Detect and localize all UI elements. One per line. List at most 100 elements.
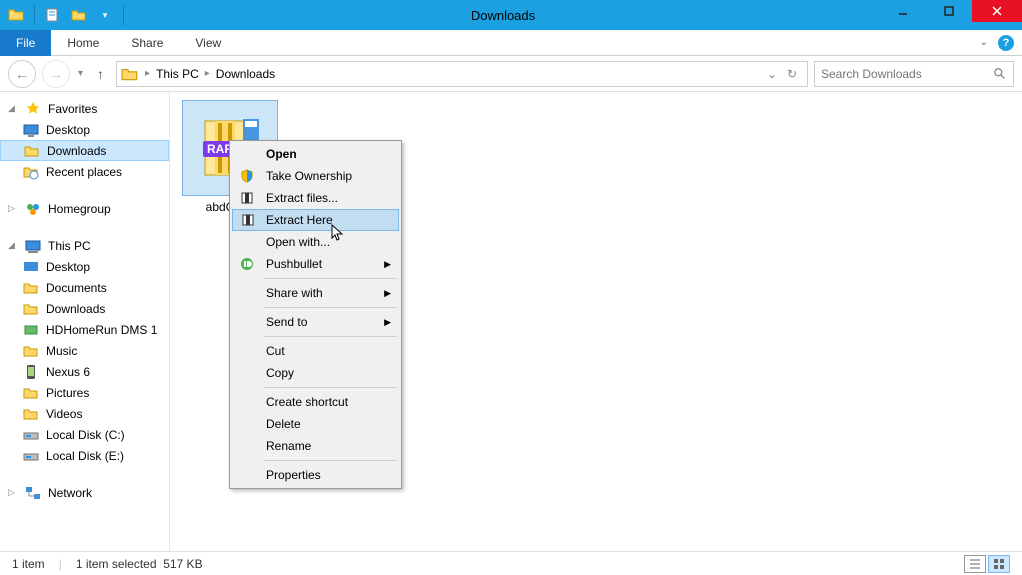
separator xyxy=(123,5,124,25)
maximize-button[interactable] xyxy=(926,0,972,22)
nav-label: Local Disk (E:) xyxy=(46,449,124,463)
nav-label: Desktop xyxy=(46,123,90,137)
recent-locations-icon[interactable]: ▾ xyxy=(76,68,85,79)
nav-label: Downloads xyxy=(47,144,106,158)
minimize-button[interactable] xyxy=(880,0,926,22)
nav-item[interactable]: Documents xyxy=(0,277,169,298)
menu-create-shortcut[interactable]: Create shortcut xyxy=(232,391,399,413)
nav-item[interactable]: Pictures xyxy=(0,382,169,403)
recent-icon xyxy=(22,163,40,181)
search-input[interactable] xyxy=(821,67,993,81)
tab-share[interactable]: Share xyxy=(115,30,179,56)
menu-delete[interactable]: Delete xyxy=(232,413,399,435)
window-title: Downloads xyxy=(126,8,880,23)
status-selected: 1 item selected xyxy=(76,557,157,571)
folder-icon xyxy=(6,5,26,25)
breadcrumb-item[interactable]: This PC xyxy=(156,67,199,81)
computer-icon xyxy=(24,237,42,255)
quick-access-toolbar: ▾ xyxy=(0,0,126,30)
window-buttons xyxy=(880,0,1022,30)
nav-item-desktop[interactable]: Desktop xyxy=(0,119,169,140)
nav-item[interactable]: Local Disk (E:) xyxy=(0,445,169,466)
nav-label: Recent places xyxy=(46,165,122,179)
nav-label: Videos xyxy=(46,407,82,421)
nav-network[interactable]: ▷ Network xyxy=(0,482,169,503)
forward-button[interactable]: → xyxy=(42,60,70,88)
nav-label: Desktop xyxy=(46,260,90,274)
nav-item[interactable]: HDHomeRun DMS 1 xyxy=(0,319,169,340)
close-button[interactable] xyxy=(972,0,1022,22)
nav-item[interactable]: Nexus 6 xyxy=(0,361,169,382)
search-icon[interactable] xyxy=(993,67,1007,81)
menu-separator xyxy=(264,387,397,388)
folder-icon xyxy=(22,300,40,318)
menu-separator xyxy=(264,460,397,461)
chevron-right-icon[interactable]: ▸ xyxy=(143,68,152,79)
phone-icon xyxy=(22,363,40,381)
menu-open-with[interactable]: Open with... xyxy=(232,231,399,253)
tab-view[interactable]: View xyxy=(179,30,237,56)
menu-properties[interactable]: Properties xyxy=(232,464,399,486)
search-box[interactable] xyxy=(814,61,1014,87)
nav-label: Downloads xyxy=(46,302,105,316)
nav-label: Network xyxy=(48,486,92,500)
collapse-icon[interactable]: ◢ xyxy=(8,103,18,114)
breadcrumb-item[interactable]: Downloads xyxy=(216,67,275,81)
drive-icon xyxy=(22,447,40,465)
device-icon xyxy=(22,321,40,339)
expand-icon[interactable]: ▷ xyxy=(8,203,18,214)
folder-icon xyxy=(22,384,40,402)
nav-label: Music xyxy=(46,344,77,358)
network-icon xyxy=(24,484,42,502)
new-folder-icon[interactable] xyxy=(69,5,89,25)
nav-item-downloads[interactable]: Downloads xyxy=(0,140,169,161)
navigation-pane[interactable]: ◢ Favorites Desktop Downloads Recent pla… xyxy=(0,92,170,551)
folder-icon xyxy=(22,405,40,423)
file-tab[interactable]: File xyxy=(0,30,51,56)
nav-item[interactable]: Videos xyxy=(0,403,169,424)
refresh-icon[interactable]: ↻ xyxy=(787,67,797,81)
view-thumbnails-button[interactable] xyxy=(988,555,1010,573)
nav-item[interactable]: Downloads xyxy=(0,298,169,319)
nav-item[interactable]: Music xyxy=(0,340,169,361)
menu-pushbullet[interactable]: Pushbullet▶ xyxy=(232,253,399,275)
properties-icon[interactable] xyxy=(43,5,63,25)
desktop-icon xyxy=(22,121,40,139)
view-details-button[interactable] xyxy=(964,555,986,573)
expand-ribbon-icon[interactable]: ⌄ xyxy=(980,37,988,48)
menu-share-with[interactable]: Share with▶ xyxy=(232,282,399,304)
menu-rename[interactable]: Rename xyxy=(232,435,399,457)
menu-open[interactable]: Open xyxy=(232,143,399,165)
desktop-icon xyxy=(22,258,40,276)
nav-favorites[interactable]: ◢ Favorites xyxy=(0,98,169,119)
shield-icon xyxy=(238,167,256,185)
status-bar: 1 item | 1 item selected 517 KB xyxy=(0,551,1022,575)
nav-item-recent[interactable]: Recent places xyxy=(0,161,169,182)
submenu-arrow-icon: ▶ xyxy=(384,317,399,328)
folder-icon xyxy=(23,142,41,160)
separator xyxy=(34,5,35,25)
chevron-right-icon[interactable]: ▸ xyxy=(203,68,212,79)
menu-separator xyxy=(264,336,397,337)
expand-icon[interactable]: ▷ xyxy=(8,487,18,498)
breadcrumb[interactable]: ▸ This PC ▸ Downloads ⌄ ↻ xyxy=(116,61,808,87)
qat-dropdown-icon[interactable]: ▾ xyxy=(95,5,115,25)
history-dropdown-icon[interactable]: ⌄ xyxy=(767,67,777,81)
collapse-icon[interactable]: ◢ xyxy=(8,240,18,251)
nav-thispc[interactable]: ◢ This PC xyxy=(0,235,169,256)
menu-extract-files[interactable]: Extract files... xyxy=(232,187,399,209)
status-size: 517 KB xyxy=(163,557,202,571)
back-button[interactable]: ← xyxy=(8,60,36,88)
menu-cut[interactable]: Cut xyxy=(232,340,399,362)
menu-send-to[interactable]: Send to▶ xyxy=(232,311,399,333)
menu-take-ownership[interactable]: Take Ownership xyxy=(232,165,399,187)
nav-item[interactable]: Local Disk (C:) xyxy=(0,424,169,445)
menu-copy[interactable]: Copy xyxy=(232,362,399,384)
menu-extract-here[interactable]: Extract Here xyxy=(232,209,399,231)
tab-home[interactable]: Home xyxy=(51,30,115,56)
pushbullet-icon xyxy=(238,255,256,273)
help-icon[interactable]: ? xyxy=(998,35,1014,51)
up-button[interactable]: ↑ xyxy=(91,66,110,82)
nav-item[interactable]: Desktop xyxy=(0,256,169,277)
nav-homegroup[interactable]: ▷ Homegroup xyxy=(0,198,169,219)
